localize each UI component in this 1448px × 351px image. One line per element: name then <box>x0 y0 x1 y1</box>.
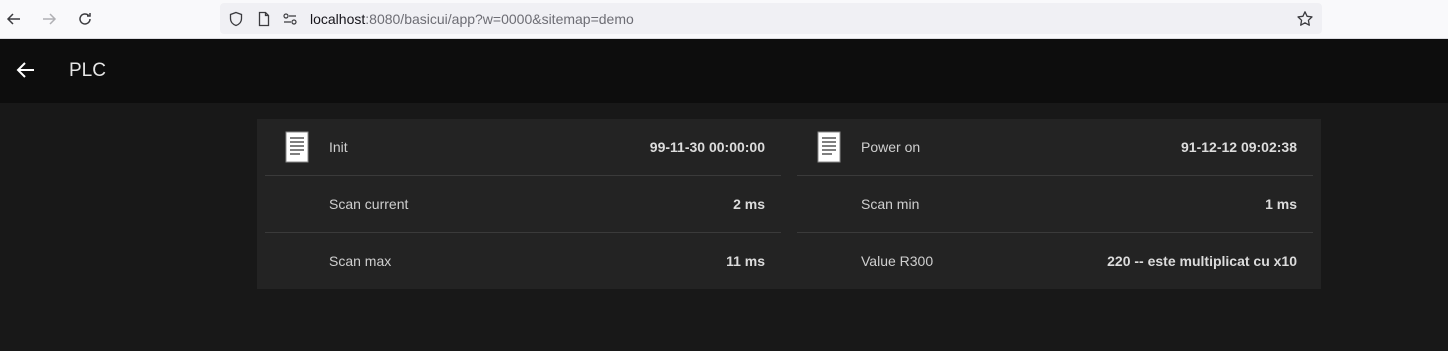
item-value: 220 -- este multiplicat cu x10 <box>1107 253 1297 269</box>
list-item-scan-min: Scan min 1 ms <box>797 176 1313 233</box>
url-host: localhost <box>310 11 366 27</box>
back-icon[interactable] <box>3 8 25 30</box>
item-value: 2 ms <box>733 196 765 212</box>
item-label: Scan min <box>861 196 920 212</box>
item-label: Scan max <box>329 253 392 269</box>
permissions-icon[interactable] <box>282 11 298 27</box>
item-label: Scan current <box>329 196 409 212</box>
address-bar[interactable]: localhost:8080/basicui/app?w=0000&sitema… <box>220 3 1322 34</box>
browser-toolbar: localhost:8080/basicui/app?w=0000&sitema… <box>0 0 1448 39</box>
list-item-init: Init 99-11-30 00:00:00 <box>265 119 781 176</box>
item-value: 1 ms <box>1265 196 1297 212</box>
item-label: Value R300 <box>861 253 934 269</box>
list-item-value-r300: Value R300 220 -- este multiplicat cu x1… <box>797 233 1313 290</box>
shield-icon[interactable] <box>228 11 244 27</box>
url-path: :8080/basicui/app?w=0000&sitemap=demo <box>365 11 634 27</box>
page-icon[interactable] <box>256 11 272 27</box>
left-column: Init 99-11-30 00:00:00 Scan current 2 ms… <box>265 119 781 289</box>
list-item-scan-current: Scan current 2 ms <box>265 176 781 233</box>
back-arrow-icon[interactable] <box>14 58 38 82</box>
item-label: Init <box>329 139 348 155</box>
list-item-power-on: Power on 91-12-12 09:02:38 <box>797 119 1313 176</box>
list-item-scan-max: Scan max 11 ms <box>265 233 781 290</box>
reload-icon[interactable] <box>74 8 96 30</box>
item-value: 99-11-30 00:00:00 <box>649 139 765 155</box>
bookmark-star-icon[interactable] <box>1296 10 1314 28</box>
url-text[interactable]: localhost:8080/basicui/app?w=0000&sitema… <box>310 11 634 27</box>
page-title: PLC <box>69 60 106 81</box>
right-column: Power on 91-12-12 09:02:38 Scan min 1 ms… <box>797 119 1313 289</box>
item-value: 11 ms <box>726 253 765 269</box>
item-label: Power on <box>861 139 921 155</box>
item-value: 91-12-12 09:02:38 <box>1181 139 1297 155</box>
app-header: PLC <box>0 39 1448 103</box>
forward-icon[interactable] <box>38 8 60 30</box>
document-icon <box>285 131 309 163</box>
plc-card: Init 99-11-30 00:00:00 Scan current 2 ms… <box>257 119 1321 289</box>
document-icon <box>817 131 841 163</box>
